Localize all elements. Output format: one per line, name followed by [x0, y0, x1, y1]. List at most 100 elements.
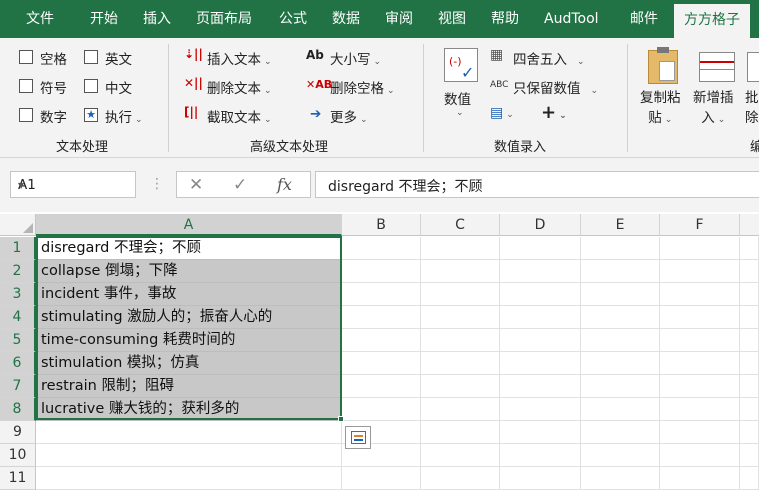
grid-cell[interactable] — [36, 444, 342, 467]
tab-mail[interactable]: 邮件 — [630, 0, 658, 38]
row-header[interactable]: 7 — [0, 375, 36, 398]
checkbox-space[interactable] — [19, 50, 33, 64]
grid-cell[interactable] — [660, 352, 740, 375]
checkbox-english[interactable] — [84, 50, 98, 64]
grid-cell[interactable] — [581, 329, 660, 352]
select-all-corner[interactable] — [0, 214, 36, 236]
grid-cell[interactable] — [740, 421, 759, 444]
value-button[interactable]: 数值 — [444, 88, 471, 108]
grid-cell[interactable] — [581, 237, 660, 260]
grid-cell[interactable] — [581, 283, 660, 306]
grid-cell[interactable] — [421, 283, 500, 306]
grid-cell[interactable] — [421, 237, 500, 260]
grid-cell[interactable] — [581, 421, 660, 444]
grid-cell[interactable] — [500, 329, 581, 352]
remove-space-button[interactable]: 删除空格 ⌄ — [330, 77, 395, 97]
more-button[interactable]: 更多 ⌄ — [330, 106, 368, 126]
row-header[interactable]: 10 — [0, 444, 36, 467]
grid-cell[interactable] — [660, 237, 740, 260]
grid-cell[interactable] — [740, 398, 759, 421]
grid-cell[interactable] — [342, 398, 421, 421]
tab-file[interactable]: 文件 — [26, 0, 54, 38]
formula-input[interactable]: disregard 不理会；不顾 — [315, 171, 759, 198]
tab-page-layout[interactable]: 页面布局 — [196, 0, 252, 38]
round-button[interactable]: 四舍五入 ⌄ — [513, 48, 585, 68]
grid-cell[interactable] — [421, 352, 500, 375]
plus-icon[interactable]: + ⌄ — [541, 102, 567, 123]
grid-cell[interactable] — [660, 421, 740, 444]
grid-cell[interactable] — [342, 260, 421, 283]
grid-cell[interactable] — [740, 375, 759, 398]
grid-cell[interactable] — [660, 375, 740, 398]
row-header[interactable]: 1 — [0, 237, 36, 260]
grid-cell[interactable] — [740, 329, 759, 352]
fill-handle[interactable] — [338, 416, 344, 422]
grid-cell[interactable] — [660, 329, 740, 352]
grid-cell[interactable] — [421, 329, 500, 352]
grid-cell[interactable] — [500, 398, 581, 421]
column-header-e[interactable]: E — [581, 214, 660, 236]
grid-cell[interactable] — [342, 283, 421, 306]
batch-delete-button[interactable]: 批 除 — [745, 88, 759, 128]
name-box[interactable]: A1 ▼ — [10, 171, 136, 198]
row-header[interactable]: 6 — [0, 352, 36, 375]
grid-cell[interactable] — [421, 444, 500, 467]
grid-cell[interactable] — [421, 260, 500, 283]
row-header[interactable]: 2 — [0, 260, 36, 283]
grid-cell[interactable] — [500, 306, 581, 329]
name-box-dropdown-icon[interactable]: ▼ — [18, 181, 129, 190]
grid-cell[interactable] — [581, 260, 660, 283]
grid-cell[interactable] — [660, 306, 740, 329]
grid-cell[interactable] — [581, 444, 660, 467]
extract-text-button[interactable]: 截取文本 ⌄ — [207, 106, 272, 126]
grid-cell[interactable] — [500, 260, 581, 283]
grid-cell[interactable] — [500, 375, 581, 398]
grid-cell[interactable] — [581, 306, 660, 329]
grid-cell[interactable] — [500, 237, 581, 260]
enter-icon[interactable]: ✓ — [233, 175, 247, 195]
checkbox-number[interactable] — [19, 108, 33, 122]
grid-cell[interactable] — [740, 260, 759, 283]
value-dropdown-icon[interactable]: ⌄ — [456, 108, 464, 118]
case-button[interactable]: 大小写 ⌄ — [330, 48, 381, 68]
column-header-d[interactable]: D — [500, 214, 581, 236]
tab-view[interactable]: 视图 — [438, 0, 466, 38]
tab-home[interactable]: 开始 — [90, 0, 118, 38]
delete-text-button[interactable]: 删除文本 ⌄ — [207, 77, 272, 97]
grid-cell[interactable] — [500, 421, 581, 444]
row-header[interactable]: 4 — [0, 306, 36, 329]
tab-fangfang-gezi[interactable]: 方方格子 — [674, 4, 750, 38]
row-header[interactable]: 5 — [0, 329, 36, 352]
grid-cell[interactable] — [581, 352, 660, 375]
grid-cell[interactable] — [421, 421, 500, 444]
grid-cell[interactable] — [740, 352, 759, 375]
row-header[interactable]: 8 — [0, 398, 36, 421]
grid-cell[interactable] — [500, 283, 581, 306]
fill-icon[interactable]: ▤ ⌄ — [490, 105, 514, 121]
checkbox-chinese[interactable] — [84, 79, 98, 93]
column-header-g-partial[interactable] — [740, 214, 759, 236]
tab-data[interactable]: 数据 — [332, 0, 360, 38]
grid-cell[interactable] — [36, 421, 342, 444]
grid-cell[interactable] — [36, 467, 342, 490]
insert-function-icon[interactable]: fx — [277, 175, 292, 194]
insert-text-button[interactable]: 插入文本 ⌄ — [207, 48, 272, 68]
splitter-handle-icon[interactable]: ⋮ — [150, 176, 164, 192]
grid-cell[interactable] — [740, 444, 759, 467]
column-header-c[interactable]: C — [421, 214, 500, 236]
grid-cell[interactable] — [581, 398, 660, 421]
add-insert-button[interactable]: 新增插 入 ⌄ — [693, 88, 734, 130]
grid-cell[interactable] — [740, 467, 759, 490]
grid-cell[interactable] — [581, 375, 660, 398]
grid-cell[interactable] — [342, 237, 421, 260]
grid-cell[interactable] — [660, 444, 740, 467]
column-header-f[interactable]: F — [660, 214, 740, 236]
grid-cell[interactable] — [421, 375, 500, 398]
grid-cell[interactable] — [342, 306, 421, 329]
execute-button[interactable]: 执行 ⌄ — [105, 106, 143, 126]
grid-cell[interactable] — [421, 398, 500, 421]
grid-cell[interactable] — [342, 467, 421, 490]
row-header[interactable]: 11 — [0, 467, 36, 490]
grid-cell[interactable] — [342, 352, 421, 375]
row-header[interactable]: 3 — [0, 283, 36, 306]
